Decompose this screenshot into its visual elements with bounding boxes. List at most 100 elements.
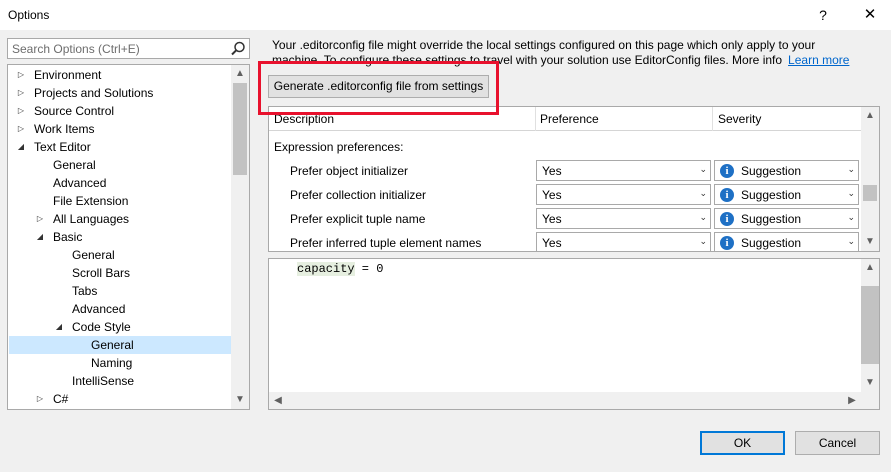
scrollbar-thumb[interactable] <box>233 83 247 175</box>
tree-item-basic-advanced[interactable]: Advanced <box>9 300 231 318</box>
expand-arrow-icon[interactable]: ▷ <box>35 390 45 408</box>
scroll-right-icon[interactable]: ▶ <box>843 392 861 409</box>
info-icon: i <box>720 212 734 226</box>
expand-arrow-icon[interactable]: ▷ <box>16 102 26 120</box>
dropdown-value: Suggestion <box>741 188 802 202</box>
dropdown-value: Suggestion <box>741 212 802 226</box>
tree-item-tabs[interactable]: Tabs <box>9 282 231 300</box>
tree-item-label: Advanced <box>72 302 126 316</box>
tree-item-label: All Languages <box>53 212 130 226</box>
row-label: Prefer collection initializer <box>290 188 427 202</box>
column-separator[interactable] <box>535 107 536 131</box>
code-preview: capacity = 0 ▲ ▼ ◀ ▶ <box>268 258 880 410</box>
severity-dropdown[interactable]: i Suggestion ⌄ <box>714 232 859 251</box>
collapse-arrow-icon[interactable]: ◢ <box>35 228 45 246</box>
row-label: Prefer inferred tuple element names <box>290 236 482 250</box>
chevron-down-icon: ⌄ <box>847 212 855 222</box>
scrollbar-thumb[interactable] <box>863 185 877 201</box>
ok-button[interactable]: OK <box>700 431 785 455</box>
dropdown-value: Yes <box>542 188 562 202</box>
column-header-severity[interactable]: Severity <box>718 112 761 126</box>
tree-item-label: Source Control <box>34 104 115 118</box>
scroll-left-icon[interactable]: ◀ <box>269 392 287 409</box>
tree-item-basic-general[interactable]: General <box>9 246 231 264</box>
scroll-down-icon[interactable]: ▼ <box>861 374 879 392</box>
tree-item-label: General <box>72 248 115 262</box>
tree-item-code-style-general[interactable]: General <box>9 336 231 354</box>
info-icon: i <box>720 188 734 202</box>
chevron-down-icon: ⌄ <box>699 236 707 246</box>
search-icon[interactable] <box>229 40 247 58</box>
chevron-down-icon: ⌄ <box>847 188 855 198</box>
severity-dropdown[interactable]: i Suggestion ⌄ <box>714 160 859 181</box>
preview-horizontal-scrollbar[interactable]: ◀ ▶ <box>269 392 879 409</box>
group-label: Expression preferences: <box>274 140 404 154</box>
preference-dropdown[interactable]: Yes ⌄ <box>536 208 711 229</box>
chevron-down-icon: ⌄ <box>699 188 707 198</box>
tree-item-intellisense[interactable]: IntelliSense <box>9 372 231 390</box>
tree-item-label: Basic <box>53 230 83 244</box>
tree-item-work-items[interactable]: ▷ Work Items <box>9 120 231 138</box>
tree-item-code-style[interactable]: ◢ Code Style <box>9 318 231 336</box>
help-button[interactable]: ? <box>808 4 838 26</box>
scrollbar-thumb[interactable] <box>861 286 879 364</box>
learn-more-link[interactable]: Learn more <box>788 53 849 67</box>
tree-item-naming[interactable]: Naming <box>9 354 231 372</box>
expand-arrow-icon[interactable]: ▷ <box>16 120 26 138</box>
preview-vertical-scrollbar[interactable]: ▲ ▼ <box>861 259 879 392</box>
tree-item-text-editor[interactable]: ◢ Text Editor <box>9 138 231 156</box>
tree-item-label: Naming <box>91 356 133 370</box>
tree-item-scroll-bars[interactable]: Scroll Bars <box>9 264 231 282</box>
tree-scrollbar[interactable]: ▲ ▼ <box>231 65 249 409</box>
tree-item-basic[interactable]: ◢ Basic <box>9 228 231 246</box>
tree-item-all-languages[interactable]: ▷ All Languages <box>9 210 231 228</box>
cancel-button[interactable]: Cancel <box>795 431 880 455</box>
chevron-down-icon: ⌄ <box>699 164 707 174</box>
expand-arrow-icon[interactable]: ▷ <box>16 84 26 102</box>
row-label: Prefer object initializer <box>290 164 409 178</box>
options-tree: ▷ Environment ▷ Projects and Solutions ▷… <box>7 64 250 410</box>
tree-item-advanced[interactable]: Advanced <box>9 174 231 192</box>
tree-item-source-control[interactable]: ▷ Source Control <box>9 102 231 120</box>
tree-item-environment[interactable]: ▷ Environment <box>9 66 231 84</box>
grid-scrollbar[interactable]: ▲ ▼ <box>861 107 879 251</box>
dropdown-value: Yes <box>542 212 562 226</box>
search-input[interactable] <box>8 39 223 58</box>
tree-item-label: General <box>91 338 134 352</box>
tree-item-label: File Extension <box>53 194 129 208</box>
scroll-down-icon[interactable]: ▼ <box>861 233 879 251</box>
severity-dropdown[interactable]: i Suggestion ⌄ <box>714 184 859 205</box>
tree-item-label: C# <box>53 392 69 406</box>
window-title: Options <box>8 8 50 22</box>
title-bar <box>0 0 891 30</box>
scroll-up-icon[interactable]: ▲ <box>861 259 879 277</box>
preference-dropdown[interactable]: Yes ⌄ <box>536 184 711 205</box>
tree-item-label: Environment <box>34 68 102 82</box>
tree-item-csharp[interactable]: ▷ C# <box>9 390 231 408</box>
search-box[interactable] <box>7 38 250 59</box>
preference-dropdown[interactable]: Yes ⌄ <box>536 232 711 251</box>
collapse-arrow-icon[interactable]: ◢ <box>54 318 64 336</box>
preference-dropdown[interactable]: Yes ⌄ <box>536 160 711 181</box>
close-icon[interactable]: ✕ <box>852 4 888 26</box>
code-style-grid: Description Preference Severity Expressi… <box>268 106 880 252</box>
column-separator[interactable] <box>712 107 713 131</box>
code-variable: capacity <box>297 262 355 276</box>
scroll-down-icon[interactable]: ▼ <box>231 391 249 409</box>
preview-code: capacity = 0 <box>297 262 383 276</box>
scroll-up-icon[interactable]: ▲ <box>861 107 879 125</box>
tree-item-projects-and-solutions[interactable]: ▷ Projects and Solutions <box>9 84 231 102</box>
column-header-preference[interactable]: Preference <box>540 112 599 126</box>
expand-arrow-icon[interactable]: ▷ <box>35 210 45 228</box>
tree-item-label: Code Style <box>72 320 131 334</box>
dropdown-value: Suggestion <box>741 236 802 250</box>
tree-item-general[interactable]: General <box>9 156 231 174</box>
row-label: Prefer explicit tuple name <box>290 212 426 226</box>
scroll-up-icon[interactable]: ▲ <box>231 65 249 83</box>
collapse-arrow-icon[interactable]: ◢ <box>16 138 26 156</box>
tree-item-label: Advanced <box>53 176 107 190</box>
expand-arrow-icon[interactable]: ▷ <box>16 66 26 84</box>
severity-dropdown[interactable]: i Suggestion ⌄ <box>714 208 859 229</box>
tree-item-file-extension[interactable]: File Extension <box>9 192 231 210</box>
tree-item-label: Tabs <box>72 284 98 298</box>
